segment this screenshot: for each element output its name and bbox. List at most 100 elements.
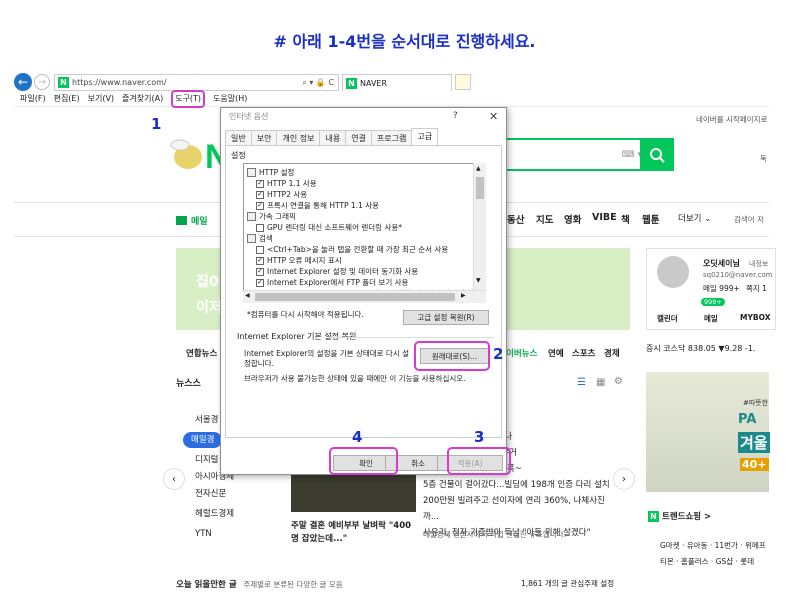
- gear-icon[interactable]: ⚙: [614, 376, 623, 387]
- settings-checkbox-row[interactable]: ✓ 프록시 연결을 통해 HTTP 1.1 사용: [256, 200, 379, 211]
- close-button[interactable]: ✕: [489, 110, 498, 123]
- more-services[interactable]: 더보기 ⌄: [678, 212, 711, 224]
- trend-shopping-heading[interactable]: N 트렌드쇼핑 >: [648, 510, 711, 522]
- help-button[interactable]: ?: [453, 111, 458, 121]
- service-movie[interactable]: 영화: [564, 212, 581, 226]
- settings-checkbox-row[interactable]: ✓ Internet Explorer에서 FTP 폴더 보기 사용: [256, 277, 408, 288]
- headline[interactable]: 200만원 빌려주고 선이자에 연리 360%, 나체사진까...: [423, 493, 613, 525]
- settings-checkbox-row[interactable]: ✓ HTTP 1.1 사용: [256, 178, 317, 189]
- arrow-right-icon: →: [37, 76, 47, 88]
- tab-advanced[interactable]: 고급: [411, 128, 439, 145]
- settings-checkbox-row[interactable]: ✓ HTTP2 사용: [256, 189, 307, 200]
- reading-count[interactable]: 1,861 개의 글 관심주제 설정: [521, 578, 614, 589]
- scroll-left-icon[interactable]: ◀: [245, 292, 250, 299]
- news-tab-economy[interactable]: 경제: [604, 347, 620, 359]
- tab-privacy[interactable]: 개인 정보: [276, 130, 321, 145]
- settings-checkbox-row[interactable]: ✓ HTTP 오류 메시지 표시: [256, 255, 342, 266]
- callout-4: 4: [352, 428, 363, 446]
- menu-favorites[interactable]: 즐겨찾기(A): [122, 93, 163, 106]
- settings-tree[interactable]: HTTP 설정 ✓ HTTP 1.1 사용 ✓ HTTP2 사용 ✓ 프록시 연결을 통해 …: [243, 163, 486, 303]
- checkbox-checked-icon[interactable]: ✓: [256, 278, 264, 287]
- paper-item[interactable]: 전자신문: [183, 484, 253, 504]
- service-vibe[interactable]: VIBE: [592, 212, 617, 223]
- checkbox-checked-icon[interactable]: ✓: [256, 190, 264, 199]
- set-homepage-link[interactable]: 네이버를 시작페이지로: [696, 114, 767, 125]
- internet-options-dialog: 인터넷 옵션 ? ✕ 일반 보안 개인 정보 내용 연결 프로그램 고급 설정 …: [220, 107, 507, 475]
- menu-view[interactable]: 보기(V): [88, 93, 114, 106]
- chevron-right-icon: ›: [622, 473, 626, 485]
- naver-search-input[interactable]: ⌨ ▾: [500, 138, 650, 171]
- service-mail[interactable]: 메일: [176, 214, 208, 227]
- avatar[interactable]: [657, 256, 689, 288]
- service-webtoon[interactable]: 웹툰: [642, 212, 659, 226]
- tab-security[interactable]: 보안: [250, 130, 278, 145]
- user-name[interactable]: 오딧세이님: [703, 258, 740, 269]
- login-tab-mail[interactable]: 메일: [704, 313, 718, 324]
- naver-search-button[interactable]: [640, 138, 674, 171]
- my-info-link[interactable]: 내정보: [749, 259, 768, 269]
- horizontal-scrollbar[interactable]: ◀ ▶: [243, 290, 486, 303]
- photo-caption[interactable]: 주말 결혼 예비부부 날벼락 "400명 잡았는데...": [291, 520, 416, 546]
- keyword-hint[interactable]: 검색어 저: [734, 214, 764, 225]
- menu-tools[interactable]: 도구(T): [171, 90, 206, 108]
- service-book[interactable]: 책: [621, 212, 630, 226]
- keyboard-icon[interactable]: ⌨ ▾: [622, 150, 642, 160]
- scroll-up-icon[interactable]: ▲: [476, 165, 481, 172]
- next-news-button[interactable]: ›: [613, 468, 635, 490]
- tab-content[interactable]: 내용: [319, 130, 347, 145]
- scroll-thumb[interactable]: [476, 177, 484, 199]
- login-tab-mybox[interactable]: MYBOX: [740, 313, 771, 322]
- newsstand-heading[interactable]: 뉴스스: [176, 376, 201, 389]
- news-tab-yonhap[interactable]: 연합뉴스: [186, 347, 217, 359]
- tab-naver[interactable]: N NAVER: [342, 74, 452, 91]
- paper-item[interactable]: 헤럴드경제: [183, 504, 253, 524]
- settings-checkbox-row[interactable]: GPU 렌더링 대신 소프트웨어 렌더링 사용*: [256, 222, 402, 233]
- checkbox-checked-icon[interactable]: ✓: [256, 201, 264, 210]
- headline[interactable]: 5층 건물이 걸어갔다...빌딩에 198개 인증 다리 설치: [423, 477, 613, 493]
- trend-row[interactable]: 티몬 · 홈플러스 · GS샵 · 롯데: [660, 556, 754, 567]
- user-mail-count[interactable]: 메일 999+: [703, 283, 740, 294]
- news-tab-naver[interactable]: 이버뉴스: [506, 347, 537, 359]
- new-tab-button[interactable]: [455, 74, 471, 90]
- stock-ticker[interactable]: 증시 코스닥 838.05 ▼9.28 -1.: [646, 343, 755, 354]
- trend-row[interactable]: G마켓 · 유아동 · 11번가 · 위메프: [660, 540, 766, 551]
- restore-advanced-button[interactable]: 고급 설정 복원(R): [403, 310, 489, 325]
- scroll-down-icon[interactable]: ▼: [476, 277, 481, 284]
- back-button[interactable]: ←: [14, 73, 32, 91]
- address-icons[interactable]: ⌕ ▾ 🔒 C: [302, 78, 334, 88]
- menu-help[interactable]: 도움말(H): [213, 93, 247, 106]
- vertical-scrollbar[interactable]: ▲ ▼: [473, 163, 486, 303]
- settings-checkbox-row[interactable]: ✓ Internet Explorer 설정 및 데이터 동기화 사용: [256, 266, 418, 277]
- checkbox-checked-icon[interactable]: ✓: [256, 267, 264, 276]
- side-link[interactable]: 독: [760, 153, 767, 164]
- checkbox-checked-icon[interactable]: ✓: [256, 179, 264, 188]
- settings-checkbox-row[interactable]: <Ctrl+Tab>을 눌러 탭을 전환할 때 가장 최근 순서 사용: [256, 244, 448, 255]
- forward-button[interactable]: →: [34, 74, 50, 90]
- address-bar[interactable]: N https://www.naver.com/ ⌕ ▾ 🔒 C: [54, 74, 339, 91]
- login-tab-calendar[interactable]: 캘린더: [657, 313, 678, 324]
- menu-file[interactable]: 파일(F): [20, 93, 46, 106]
- scroll-right-icon[interactable]: ▶: [461, 292, 466, 299]
- checkbox-checked-icon[interactable]: ✓: [256, 256, 264, 265]
- news-tab-sports[interactable]: 스포츠: [572, 347, 595, 359]
- service-realestate[interactable]: 동산: [507, 212, 524, 226]
- settings-label-text: Internet Explorer에서 FTP 폴더 보기 사용: [267, 278, 409, 287]
- grid-view-icon[interactable]: ▦: [596, 377, 605, 388]
- news-photo[interactable]: [291, 470, 416, 512]
- user-note-count[interactable]: 쪽지 1: [746, 283, 767, 294]
- tab-general[interactable]: 일반: [225, 130, 252, 145]
- prev-news-button[interactable]: ‹: [163, 468, 185, 490]
- news-tab-entertainment[interactable]: 연예: [548, 347, 564, 359]
- hscroll-thumb[interactable]: [255, 293, 455, 301]
- tab-connections[interactable]: 연결: [345, 130, 372, 145]
- address-url: https://www.naver.com/: [72, 78, 167, 87]
- reading-heading[interactable]: 오늘 읽을만한 글: [176, 580, 237, 590]
- menu-edit[interactable]: 편집(E): [54, 93, 80, 106]
- service-map[interactable]: 지도: [536, 212, 553, 226]
- list-view-icon[interactable]: ☰: [577, 377, 586, 388]
- settings-label-text: HTTP 설정: [259, 168, 295, 177]
- checkbox-unchecked-icon[interactable]: [256, 223, 264, 232]
- paper-item[interactable]: YTN: [183, 524, 253, 544]
- checkbox-unchecked-icon[interactable]: [256, 245, 264, 254]
- tab-programs[interactable]: 프로그램: [370, 130, 413, 145]
